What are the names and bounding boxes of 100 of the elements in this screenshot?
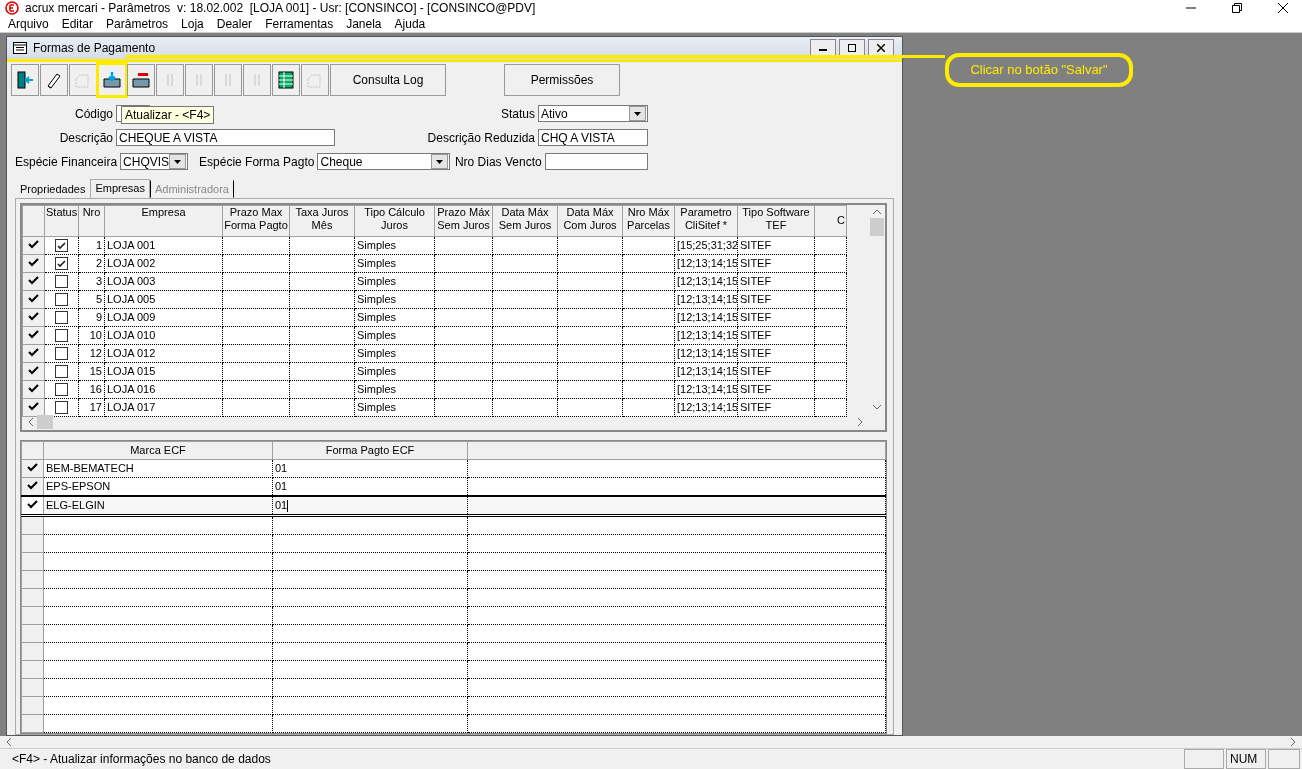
minimize-button[interactable]	[810, 38, 836, 57]
column-header[interactable]: Status	[44, 205, 79, 237]
menu-item[interactable]: Loja	[181, 17, 204, 32]
table-cell: ELG-ELGIN	[43, 495, 273, 516]
close-icon[interactable]	[1278, 3, 1288, 14]
descricao-field[interactable]: CHEQUE A VISTA	[116, 129, 335, 147]
menu-item[interactable]: Ajuda	[394, 17, 426, 32]
table-cell: SITEF	[737, 326, 815, 345]
dropdown-arrow-icon	[634, 111, 641, 116]
toolbar-button[interactable]	[127, 63, 155, 96]
descricao-reduzida-field[interactable]: CHQ A VISTA	[538, 129, 648, 147]
table-cell: 01	[272, 495, 468, 516]
scroll-thumb[interactable]	[870, 217, 884, 236]
check-icon	[28, 240, 39, 250]
table-cell: SITEF	[737, 272, 815, 291]
scroll-left-icon[interactable]	[6, 737, 11, 746]
child-window-title: Formas de Pagamento	[33, 40, 156, 55]
scroll-up-icon[interactable]	[873, 208, 881, 214]
table-cell: EPS-EPSON	[43, 477, 273, 496]
status-checkbox[interactable]	[55, 293, 68, 307]
column-header[interactable]: Taxa Juros Mês	[289, 205, 355, 237]
scroll-right-icon[interactable]	[858, 417, 863, 426]
table-cell: SITEF	[737, 254, 815, 273]
toolbar-button[interactable]	[11, 63, 39, 96]
column-header[interactable]: Data Máx Sem Juros	[492, 205, 558, 237]
table-cell: SITEF	[737, 290, 815, 309]
column-header[interactable]: Marca ECF	[43, 441, 273, 460]
scroll-down-icon[interactable]	[873, 404, 881, 410]
table-cell: SITEF	[737, 398, 815, 417]
especie-forma-dropdown[interactable]: Cheque	[317, 153, 450, 171]
toolbar-button[interactable]	[40, 63, 68, 96]
maximize-button[interactable]	[839, 38, 865, 57]
dropdown-arrow-icon	[174, 159, 182, 164]
check-icon	[28, 330, 39, 340]
status-checkbox[interactable]	[55, 365, 68, 379]
menu-item[interactable]: Arquivo	[8, 17, 49, 32]
column-header[interactable]: Prazo Max Forma Pagto	[222, 205, 290, 237]
check-icon	[27, 481, 38, 491]
toolbar-button[interactable]	[272, 63, 300, 96]
tab[interactable]: Propriedades	[15, 179, 91, 198]
check-icon	[28, 276, 39, 286]
status-checkbox[interactable]	[55, 275, 68, 289]
column-header[interactable]: Nro	[78, 205, 105, 237]
form-icon	[13, 41, 27, 54]
restore-icon[interactable]	[1232, 3, 1242, 14]
check-icon	[28, 384, 39, 394]
check-icon	[28, 348, 39, 358]
status-checkbox[interactable]	[55, 347, 68, 361]
menu-item[interactable]: Janela	[346, 17, 382, 32]
check-icon	[28, 312, 39, 322]
menu-item[interactable]: Editar	[61, 17, 94, 32]
status-panel	[1184, 749, 1224, 769]
scroll-left-icon[interactable]	[28, 417, 33, 426]
close-icon	[877, 43, 885, 52]
column-header[interactable]: Tipo Cálculo Juros	[354, 205, 435, 237]
nro-dias-field[interactable]	[544, 153, 648, 171]
column-header[interactable]: Prazo Máx Sem Juros	[434, 205, 493, 237]
column-header[interactable]: Empresa	[104, 205, 223, 237]
status-checkbox[interactable]	[55, 401, 68, 415]
menu-item[interactable]: Dealer	[216, 17, 253, 32]
callout-bubble: Clicar no botão "Salvar"	[945, 52, 1133, 87]
column-header[interactable]: Parametro CliSitef *	[674, 205, 738, 237]
column-header[interactable]: Data Máx Com Juros	[557, 205, 623, 237]
check-icon	[27, 463, 38, 473]
tab[interactable]: Empresas	[90, 178, 150, 198]
status-checkbox[interactable]	[55, 311, 68, 325]
check-icon	[28, 402, 39, 412]
status-checkbox[interactable]	[55, 257, 68, 271]
status-checkbox[interactable]	[55, 329, 68, 343]
table-cell: SITEF	[737, 308, 815, 327]
folder-arrow-icon	[102, 69, 122, 90]
especie-financeira-dropdown[interactable]: CHQVIS	[120, 153, 189, 171]
check-icon	[28, 366, 39, 376]
toolbar-button[interactable]	[98, 63, 126, 96]
column-header[interactable]: Forma Pagto ECF	[272, 441, 468, 460]
permissoes-button[interactable]: Permissões	[504, 63, 620, 96]
menu-item[interactable]: Parâmetros	[106, 17, 169, 32]
menu-item[interactable]: Ferramentas	[265, 17, 334, 32]
consulta-log-button[interactable]: Consulta Log	[330, 63, 446, 96]
close-button[interactable]	[868, 38, 894, 57]
scroll-right-icon[interactable]	[1291, 737, 1296, 746]
field-label: Nro Dias Vencto	[454, 154, 542, 169]
check-icon	[28, 294, 39, 304]
check-icon	[28, 258, 39, 268]
grid-icon	[276, 69, 296, 90]
status-checkbox[interactable]	[55, 239, 68, 253]
table-cell: SITEF	[737, 362, 815, 381]
window-title: acrux mercari - Parâmetros v: 18.02.002 [LOJA 001] - Usr: [CONSINCO] - [CONSINCO@PDV]	[25, 1, 536, 16]
status-dropdown[interactable]: Ativo	[538, 105, 648, 123]
column-header[interactable]: Tipo Software TEF	[737, 205, 815, 237]
column-header[interactable]: C	[814, 205, 847, 237]
status-checkbox[interactable]	[55, 383, 68, 397]
column-header[interactable]: Nro Máx Parcelas	[622, 205, 675, 237]
field-label: Status	[500, 106, 535, 121]
maximize-icon	[848, 43, 856, 52]
status-message: <F4> - Atualizar informações no banco de dados	[11, 752, 272, 766]
field-label: Descrição Reduzida	[427, 130, 535, 145]
field-label: Código	[73, 106, 113, 121]
check-icon	[27, 500, 38, 510]
status-panel	[1268, 749, 1300, 769]
